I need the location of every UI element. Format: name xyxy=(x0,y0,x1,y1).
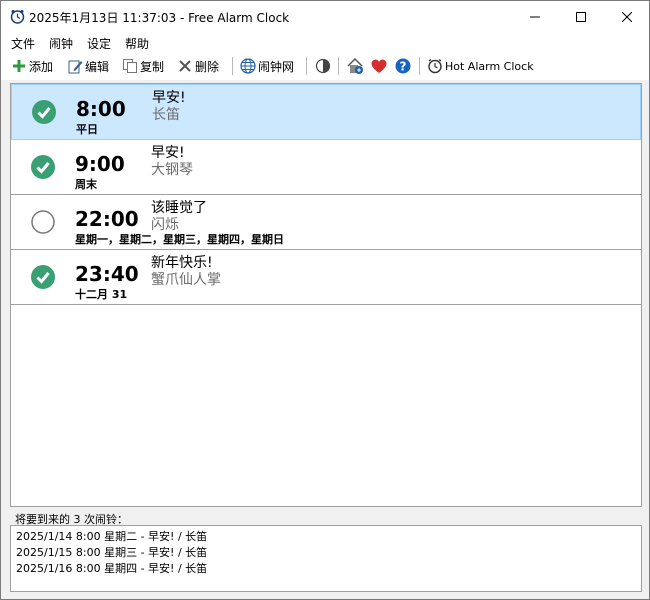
alarm-enabled-check-icon[interactable] xyxy=(31,265,55,289)
plus-icon xyxy=(13,60,25,72)
alarm-time: 23:40 xyxy=(75,262,139,286)
maximize-button[interactable] xyxy=(558,1,604,32)
alarm-sound: 蟹爪仙人掌 xyxy=(151,272,221,288)
delete-icon xyxy=(179,60,191,72)
window-title: 2025年1月13日 11:37:03 - Free Alarm Clock xyxy=(29,11,290,25)
maximize-icon xyxy=(576,11,586,22)
alarm-row[interactable]: 22:00 星期一，星期二，星期三，星期四，星期日 该睡觉了 闪烁 xyxy=(11,195,641,250)
heart-icon xyxy=(371,59,387,73)
edit-button[interactable]: 编辑 xyxy=(67,56,109,76)
upcoming-item: 2025/1/14 8:00 星期二 - 早安! / 长笛 xyxy=(16,530,208,543)
help-button[interactable]: ? xyxy=(395,56,411,76)
menu-settings[interactable]: 设定 xyxy=(87,35,111,52)
alarm-days: 十二月 31 xyxy=(75,288,128,301)
favorite-button[interactable] xyxy=(370,56,388,76)
alarm-clock-icon xyxy=(10,9,25,24)
add-button[interactable]: 添加 xyxy=(11,56,53,76)
alarm-enabled-check-icon[interactable] xyxy=(31,155,55,179)
home-button[interactable] xyxy=(346,56,364,76)
toolbar-separator xyxy=(338,57,339,75)
help-icon: ? xyxy=(395,58,411,74)
alarm-disabled-circle-icon[interactable] xyxy=(31,210,55,234)
close-icon xyxy=(622,11,632,22)
hot-alarm-clock-button[interactable]: Hot Alarm Clock xyxy=(427,56,534,76)
copy-label: 复制 xyxy=(140,59,165,74)
menu-help[interactable]: 帮助 xyxy=(125,35,149,52)
contrast-icon xyxy=(315,58,331,74)
alarm-sound: 长笛 xyxy=(152,107,180,123)
web-button[interactable]: 闹钟网 xyxy=(240,56,294,76)
alarm-row[interactable]: 8:00 平日 早安! 长笛 xyxy=(11,84,641,140)
copy-icon xyxy=(123,59,137,73)
toolbar-separator xyxy=(306,57,307,75)
add-label: 添加 xyxy=(29,59,54,74)
alarm-sound: 闪烁 xyxy=(151,217,179,233)
home-icon xyxy=(347,57,363,74)
upcoming-item: 2025/1/16 8:00 星期四 - 早安! / 长笛 xyxy=(16,562,208,575)
alarm-days: 周末 xyxy=(75,178,97,191)
alarm-clock-icon xyxy=(428,58,442,74)
alarm-enabled-check-icon[interactable] xyxy=(32,100,56,124)
alarm-days: 平日 xyxy=(76,123,98,136)
hot-alarm-clock-label: Hot Alarm Clock xyxy=(445,59,534,73)
theme-button[interactable] xyxy=(315,56,331,76)
delete-button[interactable]: 删除 xyxy=(177,56,219,76)
toolbar-separator xyxy=(232,57,233,75)
upcoming-item: 2025/1/15 8:00 星期三 - 早安! / 长笛 xyxy=(16,546,208,559)
alarm-time: 9:00 xyxy=(75,152,125,176)
menu-alarm[interactable]: 闹钟 xyxy=(49,35,73,52)
delete-label: 删除 xyxy=(195,59,220,74)
alarm-row[interactable]: 9:00 周末 早安! 大钢琴 xyxy=(11,140,641,195)
globe-icon xyxy=(240,58,256,74)
minimize-icon xyxy=(530,16,540,17)
toolbar-separator xyxy=(419,57,420,75)
alarm-row[interactable]: 23:40 十二月 31 新年快乐! 蟹爪仙人掌 xyxy=(11,250,641,305)
upcoming-list: 2025/1/14 8:00 星期二 - 早安! / 长笛 2025/1/15 … xyxy=(10,525,642,592)
alarm-days: 星期一，星期二，星期三，星期四，星期日 xyxy=(75,233,284,246)
web-label: 闹钟网 xyxy=(258,59,295,74)
menu-bar: 文件 闹钟 设定 帮助 xyxy=(1,32,649,52)
menu-file[interactable]: 文件 xyxy=(11,35,35,52)
edit-icon xyxy=(68,60,83,74)
title-bar: 2025年1月13日 11:37:03 - Free Alarm Clock xyxy=(1,1,649,32)
app-window: 2025年1月13日 11:37:03 - Free Alarm Clock 文… xyxy=(0,0,650,600)
alarm-list[interactable]: 8:00 平日 早安! 长笛 9:00 周末 早安! 大钢琴 22:00 星期一… xyxy=(10,83,642,507)
alarm-time: 22:00 xyxy=(75,207,139,231)
toolbar: 添加 编辑 复制 删除 闹钟网 ? Hot Alarm Clock xyxy=(1,52,649,80)
svg-text:?: ? xyxy=(400,60,407,74)
minimize-button[interactable] xyxy=(512,1,558,32)
close-button[interactable] xyxy=(604,1,649,32)
copy-button[interactable]: 复制 xyxy=(122,56,164,76)
edit-label: 编辑 xyxy=(85,59,110,74)
alarm-sound: 大钢琴 xyxy=(151,162,193,178)
alarm-time: 8:00 xyxy=(76,97,126,121)
